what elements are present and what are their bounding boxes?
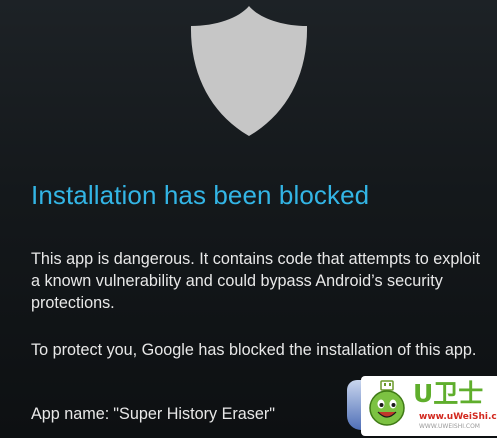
watermark-url-small: WWW.UWEISHI.COM — [419, 423, 480, 430]
shield-icon — [187, 4, 311, 138]
watermark-box: U卫士 www.uWeiShi.com WWW.UWEISHI.COM — [361, 376, 497, 436]
protection-message: To protect you, Google has blocked the i… — [31, 341, 477, 359]
watermark-url: www.uWeiShi.com — [419, 412, 497, 422]
watermark-logo: U卫士 www.uWeiShi.com WWW.UWEISHI.COM — [347, 376, 497, 438]
app-name-value: "Super History Eraser" — [113, 405, 276, 423]
install-blocked-screen: Installation has been blocked This app i… — [0, 0, 497, 438]
warning-message: This app is dangerous. It contains code … — [31, 250, 481, 312]
smiley-usb-icon — [365, 380, 409, 426]
dialog-title: Installation has been blocked — [31, 180, 370, 210]
watermark-logo-text: U卫士 — [413, 379, 484, 408]
app-name-row: App name: "Super History Eraser" — [31, 403, 275, 425]
app-name-label: App name: — [31, 405, 110, 423]
